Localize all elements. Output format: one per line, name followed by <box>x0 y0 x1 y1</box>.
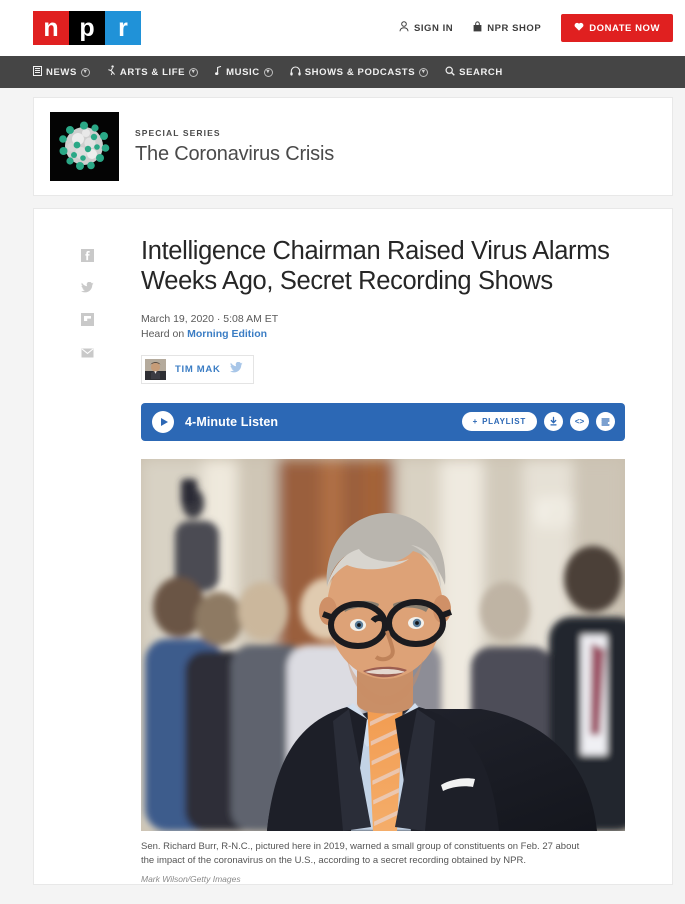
nav-item-search[interactable]: SEARCH <box>445 65 503 79</box>
dancer-icon <box>107 65 116 79</box>
nav-item-arts-life[interactable]: ARTS & LIFE ▾ <box>107 65 199 79</box>
page-title: Intelligence Chairman Raised Virus Alarm… <box>141 237 610 295</box>
nav-item-music[interactable]: MUSIC ▾ <box>215 65 273 79</box>
audio-actions: + PLAYLIST <> <box>461 412 615 432</box>
logo-letter-n: n <box>33 11 69 45</box>
npr-logo[interactable]: n p r <box>33 11 141 45</box>
nav-label-shows-podcasts: SHOWS & PODCASTS <box>304 66 416 78</box>
npr-shop-label: NPR SHOP <box>487 22 542 34</box>
primary-navigation: NEWS ▾ ARTS & LIFE ▾ MUSIC ▾ SHOWS & POD… <box>0 56 685 88</box>
flipboard-icon[interactable] <box>81 313 94 326</box>
search-icon <box>445 65 455 79</box>
nav-item-news[interactable]: NEWS ▾ <box>33 65 90 79</box>
share-rail <box>34 237 141 884</box>
play-button[interactable] <box>152 410 174 433</box>
series-title[interactable]: The Coronavirus Crisis <box>135 143 334 166</box>
shopping-bag-icon <box>473 21 482 35</box>
audio-player: 4-Minute Listen + PLAYLIST <> <box>141 402 625 441</box>
image-caption: Sen. Richard Burr, R-N.C., pictured here… <box>141 840 580 867</box>
lead-image <box>141 458 625 831</box>
site-masthead: n p r SIGN IN NPR SHOP DONATE NOW <box>0 0 685 56</box>
chevron-down-icon[interactable]: ▾ <box>263 67 273 77</box>
special-series-banner[interactable]: SPECIAL SERIES The Coronavirus Crisis <box>33 97 673 196</box>
publish-date: March 19, 2020 · 5:08 AM ET <box>141 313 279 326</box>
playlist-label: PLAYLIST <box>482 417 526 427</box>
nav-label-music: MUSIC <box>226 66 260 78</box>
play-icon <box>160 417 168 426</box>
headphones-icon <box>290 65 301 79</box>
email-icon[interactable] <box>81 345 94 358</box>
avatar <box>145 358 166 380</box>
twitter-icon[interactable] <box>229 360 243 378</box>
image-credit: Mark Wilson/Getty Images <box>141 874 241 885</box>
page-canvas: SPECIAL SERIES The Coronavirus Crisis In… <box>0 88 685 886</box>
plus-icon: + <box>472 417 479 427</box>
donate-label: DONATE NOW <box>589 22 660 34</box>
sign-in-label: SIGN IN <box>413 22 454 34</box>
author-name[interactable]: TIM MAK <box>175 364 221 375</box>
chevron-down-icon[interactable]: ▾ <box>189 67 199 77</box>
chevron-down-icon[interactable]: ▾ <box>80 67 90 77</box>
nav-label-news: NEWS <box>46 66 77 78</box>
header-actions: SIGN IN NPR SHOP DONATE NOW <box>399 14 673 42</box>
logo-letter-p: p <box>69 11 105 45</box>
heart-icon <box>574 22 584 34</box>
embed-button[interactable]: <> <box>570 412 589 432</box>
twitter-icon[interactable] <box>81 281 94 294</box>
newspaper-icon <box>33 65 42 79</box>
download-button[interactable] <box>544 412 563 432</box>
coronavirus-thumbnail <box>50 112 119 181</box>
chevron-down-icon[interactable]: ▾ <box>419 67 429 77</box>
lead-image-block: Sen. Richard Burr, R-N.C., pictured here… <box>141 458 625 885</box>
heard-on-line: Heard on Morning Edition <box>141 327 644 342</box>
series-text: SPECIAL SERIES The Coronavirus Crisis <box>135 128 334 166</box>
article-card: Intelligence Chairman Raised Virus Alarm… <box>33 208 673 886</box>
nav-label-search: SEARCH <box>459 66 503 78</box>
transcript-button[interactable] <box>596 412 615 432</box>
embed-code-icon: <> <box>574 417 585 427</box>
sign-in-link[interactable]: SIGN IN <box>399 21 453 35</box>
article-dateline: March 19, 2020 · 5:08 AM ET Heard on Mor… <box>141 312 644 342</box>
audio-duration-label: 4-Minute Listen <box>185 414 279 429</box>
series-eyebrow: SPECIAL SERIES <box>135 127 221 138</box>
music-note-icon <box>215 65 222 79</box>
npr-shop-link[interactable]: NPR SHOP <box>473 21 541 35</box>
nav-item-shows-podcasts[interactable]: SHOWS & PODCASTS ▾ <box>290 65 429 79</box>
user-icon <box>399 21 409 35</box>
heard-on-prefix: Heard on <box>141 328 188 341</box>
morning-edition-link[interactable]: Morning Edition <box>187 328 267 340</box>
nav-label-arts-life: ARTS & LIFE <box>119 66 186 78</box>
article-body: Intelligence Chairman Raised Virus Alarm… <box>141 237 672 884</box>
donate-now-button[interactable]: DONATE NOW <box>561 14 673 42</box>
facebook-icon[interactable] <box>81 249 94 262</box>
add-to-playlist-button[interactable]: + PLAYLIST <box>461 412 537 432</box>
byline[interactable]: TIM MAK <box>141 354 254 384</box>
logo-letter-r: r <box>105 11 141 45</box>
